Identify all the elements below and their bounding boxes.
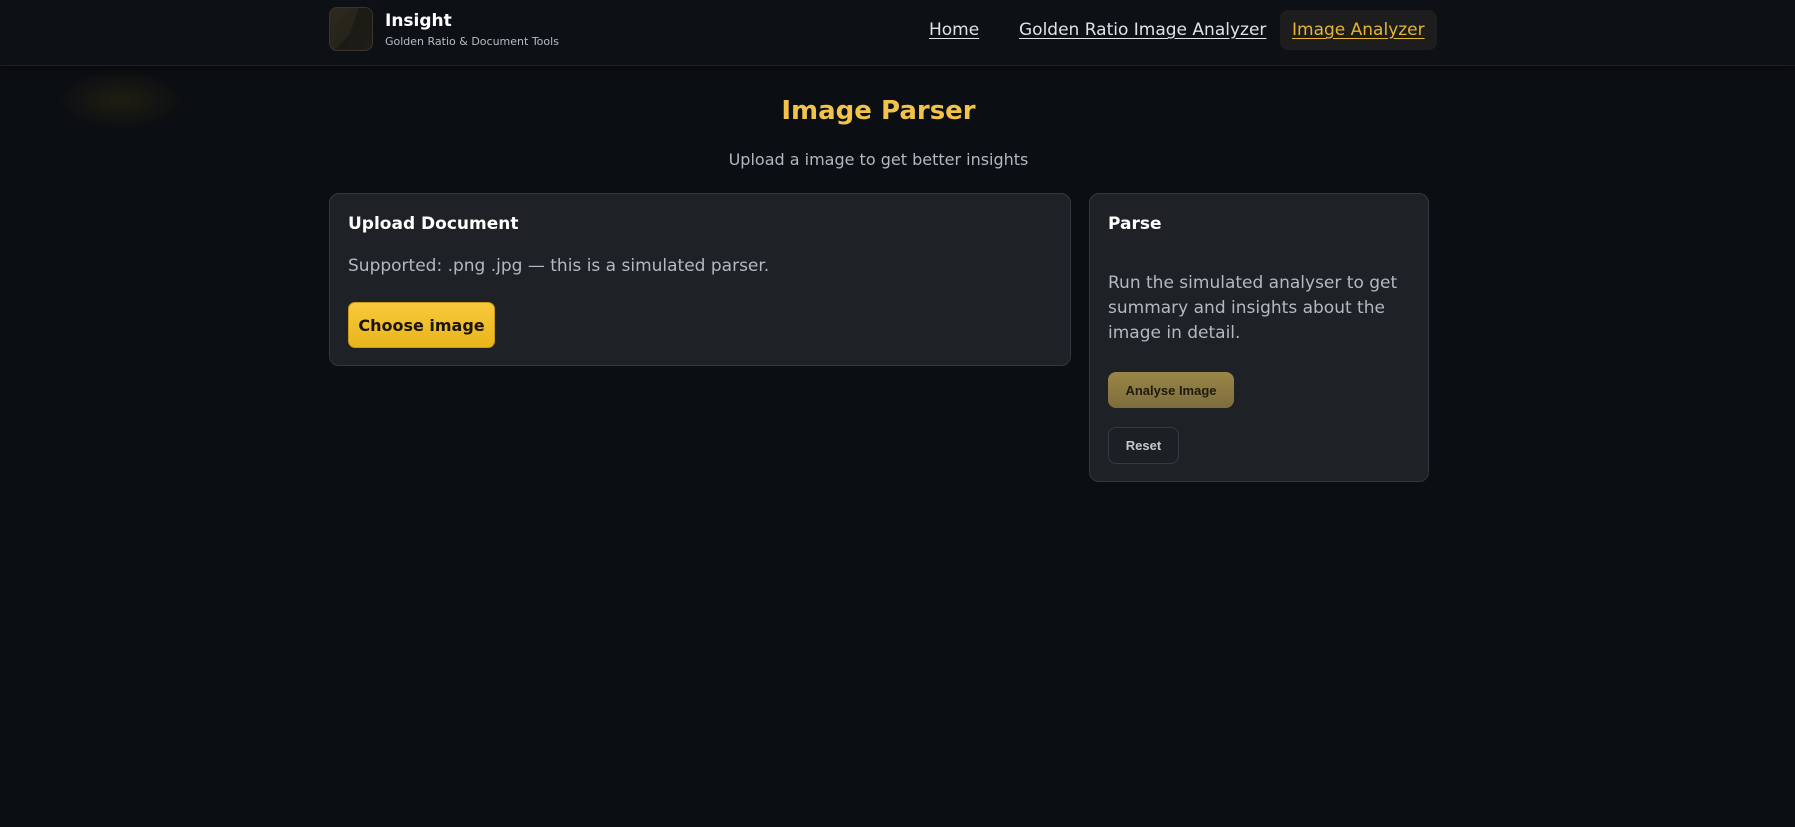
parse-card-title: Parse: [1108, 214, 1162, 234]
main-nav: Home Golden Ratio Image Analyzer Image A…: [0, 10, 1795, 50]
nav-link-image-analyzer[interactable]: Image Analyzer: [1280, 10, 1437, 50]
analyse-image-button[interactable]: Analyse Image: [1108, 372, 1234, 408]
parse-description: Run the simulated analyser to get summar…: [1108, 273, 1398, 343]
upload-card-title: Upload Document: [348, 214, 519, 234]
page-subtitle: Upload a image to get better insights: [728, 150, 1029, 169]
nav-link-home[interactable]: Home: [929, 10, 979, 50]
reset-button[interactable]: Reset: [1108, 427, 1179, 464]
parse-card: Parse Run the simulated analyser to get …: [1089, 193, 1429, 482]
page-title: Image Parser: [781, 96, 976, 126]
top-navbar: Insight Golden Ratio & Document Tools Ho…: [0, 0, 1795, 66]
choose-image-button[interactable]: Choose image: [348, 302, 495, 348]
supported-formats-note: Supported: .png .jpg — this is a simulat…: [348, 256, 770, 276]
upload-card: Upload Document Supported: .png .jpg — t…: [329, 193, 1071, 366]
nav-link-golden-ratio-analyzer[interactable]: Golden Ratio Image Analyzer: [1019, 10, 1266, 50]
